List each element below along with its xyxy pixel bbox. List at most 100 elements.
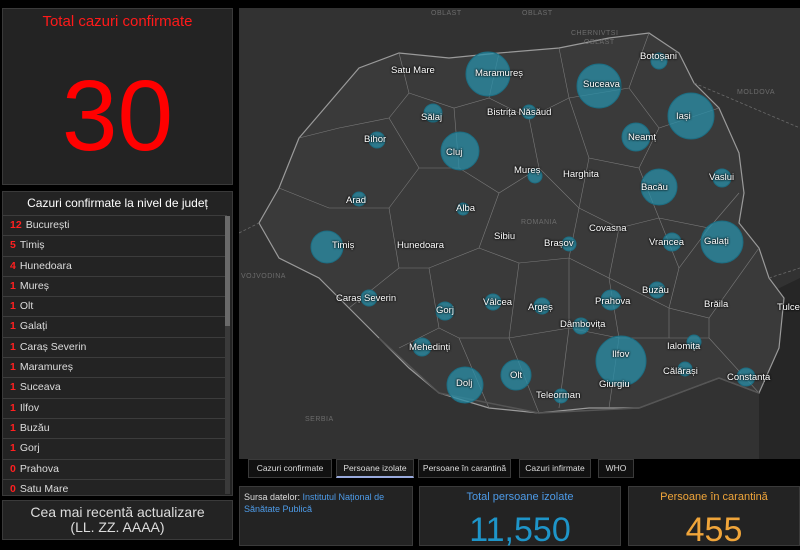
county-name: Mureș [19,279,50,292]
county-case-count: 1 [10,279,16,292]
region-label: OBLAST [522,10,553,17]
county-map-label[interactable]: Sibiu [494,231,515,242]
scrollbar-thumb[interactable] [225,216,230,326]
tab-confirmed-cases[interactable]: Cazuri confirmate [248,459,332,478]
last-update-title: Cea mai recentă actualizare [30,504,205,520]
county-name: Buzău [19,421,50,434]
county-row[interactable]: 1 Buzău [3,417,227,438]
county-map-label[interactable]: Cluj [446,147,462,158]
quarantine-title: Persoane în carantină [660,491,768,503]
county-map-label[interactable]: Iași [676,111,691,122]
county-map-label[interactable]: Covasna [589,223,627,234]
county-row[interactable]: 1 Olt [3,296,227,316]
county-list: 12 București 5 Timiș 4 Hunedoara 1 Mureș 1 Olt 1 Ga… [3,215,232,495]
county-map-label[interactable]: Prahova [595,296,630,307]
county-row[interactable]: 1 Ilfov [3,397,227,418]
county-map-label[interactable]: Sălaj [421,112,442,123]
data-source-label: Sursa datelor: [244,492,303,502]
county-map-label[interactable]: Mureș [514,165,540,176]
county-map-label[interactable]: Satu Mare [391,65,435,76]
county-list-title: Cazuri confirmate la nivel de județ [27,196,208,210]
county-row[interactable]: 0 Prahova [3,458,227,479]
region-label: VOJVODINA [241,273,286,280]
tab-negative-cases[interactable]: Cazuri infirmate [519,459,591,478]
county-map-label[interactable]: Alba [456,203,475,214]
county-map-label[interactable]: Ilfov [612,349,629,360]
total-cases-title: Total cazuri confirmate [42,13,193,30]
region-label: ROMANIA [521,219,558,226]
county-map-label[interactable]: Caraș Severin [336,293,396,304]
county-map-label[interactable]: Bacău [641,182,668,193]
county-map-label[interactable]: Gorj [436,305,454,316]
county-map-label[interactable]: Vâlcea [483,297,512,308]
region-label: CHERNIVTSI [571,30,619,37]
county-case-count: 1 [10,361,16,374]
quarantine-value: 455 [685,511,743,549]
county-map-label[interactable]: Călărași [663,366,698,377]
county-map-label[interactable]: Buzău [642,285,669,296]
county-map-label[interactable]: Dâmbovița [560,319,605,330]
county-case-count: 1 [10,442,16,455]
county-row[interactable]: 1 Maramureș [3,357,227,377]
county-case-count: 1 [10,381,16,394]
county-map-label[interactable]: Arad [346,195,366,206]
county-map-label[interactable]: Maramureș [475,68,523,79]
county-row[interactable]: 0 Satu Mare [3,478,227,495]
county-case-count: 4 [10,259,16,272]
county-map-label[interactable]: Botoșani [640,51,677,62]
county-name: Suceava [19,381,61,394]
county-map-label[interactable]: Suceava [583,79,620,90]
county-cases-panel: Cazuri confirmate la nivel de județ 12 Bu… [2,191,233,496]
county-map-label[interactable]: Tulcea [777,302,800,313]
county-map-label[interactable]: Brăila [704,299,728,310]
county-case-count: 1 [10,421,16,434]
county-map-label[interactable]: Hunedoara [397,240,444,251]
map-view[interactable]: OBLAST OBLAST CHERNIVTSI OBLAST MOLDOVA … [239,8,800,459]
county-name: Gorj [19,442,40,455]
county-map-label[interactable]: Dolj [456,378,472,389]
county-name: București [25,219,70,231]
tab-quarantined-persons[interactable]: Persoane în carantină [418,459,511,478]
county-map-label[interactable]: Olt [510,370,522,381]
county-row[interactable]: 1 Galați [3,316,227,336]
region-label: OBLAST [431,10,462,17]
tab-isolated-persons[interactable]: Persoane izolate [336,459,414,478]
county-map-label[interactable]: Ialomița [667,341,700,352]
county-map-label[interactable]: Bistrița Năsăud [487,107,551,118]
county-name: Timiș [19,239,45,252]
county-row[interactable]: 1 Suceava [3,377,227,397]
county-map-label[interactable]: Harghita [563,169,599,180]
county-row[interactable]: 5 Timiș [3,235,227,255]
county-row[interactable]: 1 Caraș Severin [3,336,227,357]
county-name: Hunedoara [19,259,72,272]
county-map-label[interactable]: Giurgiu [599,379,630,390]
county-case-count: 1 [10,401,16,414]
isolated-persons-title: Total persoane izolate [466,491,574,503]
county-map-label[interactable]: Timiș [332,240,354,251]
county-case-count: 12 [10,219,22,231]
total-cases-value: 30 [61,60,174,172]
region-label: OBLAST [584,39,615,46]
county-name: Ilfov [19,401,40,414]
county-map-label[interactable]: Vaslui [709,172,734,183]
county-map-label[interactable]: Argeș [528,302,553,313]
county-list-scrollbar[interactable] [225,216,230,494]
county-row[interactable]: 12 București [3,215,227,235]
county-map-label[interactable]: Mehedinți [409,342,450,353]
county-row[interactable]: 1 Gorj [3,438,227,458]
county-map-label[interactable]: Vrancea [649,237,684,248]
county-name: Caraș Severin [19,340,87,353]
county-map-label[interactable]: Bihor [364,134,386,145]
county-name: Galați [19,320,48,333]
region-label: MOLDOVA [737,89,775,96]
county-case-count: 1 [10,340,16,353]
county-map-label[interactable]: Galați [704,236,729,247]
county-map-label[interactable]: Teleorman [536,390,580,401]
county-case-count: 1 [10,320,16,333]
county-row[interactable]: 1 Mureș [3,275,227,296]
county-map-label[interactable]: Neamț [628,132,656,143]
tab-who[interactable]: WHO [598,459,634,478]
county-row[interactable]: 4 Hunedoara [3,255,227,276]
county-map-label[interactable]: Constanța [727,372,770,383]
county-map-label[interactable]: Brașov [544,238,574,249]
